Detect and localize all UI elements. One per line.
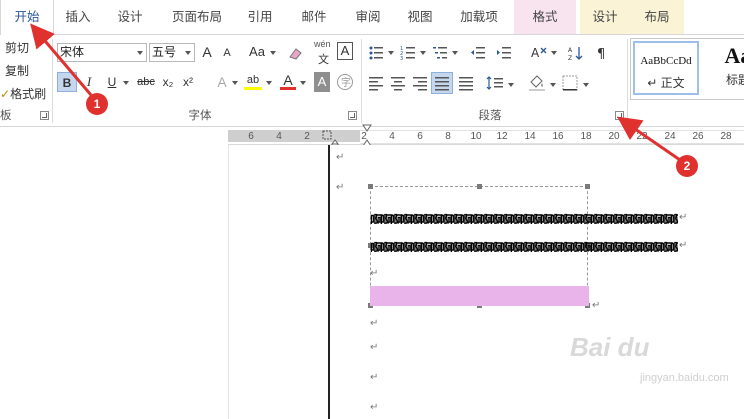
annotation-arrows xyxy=(30,23,681,162)
arrow-to-paragraph-launcher xyxy=(617,116,681,162)
annotation-badge-1: 1 xyxy=(86,93,108,115)
annotation-badge-2: 2 xyxy=(676,155,698,177)
arrow-to-home-tab xyxy=(30,23,93,96)
